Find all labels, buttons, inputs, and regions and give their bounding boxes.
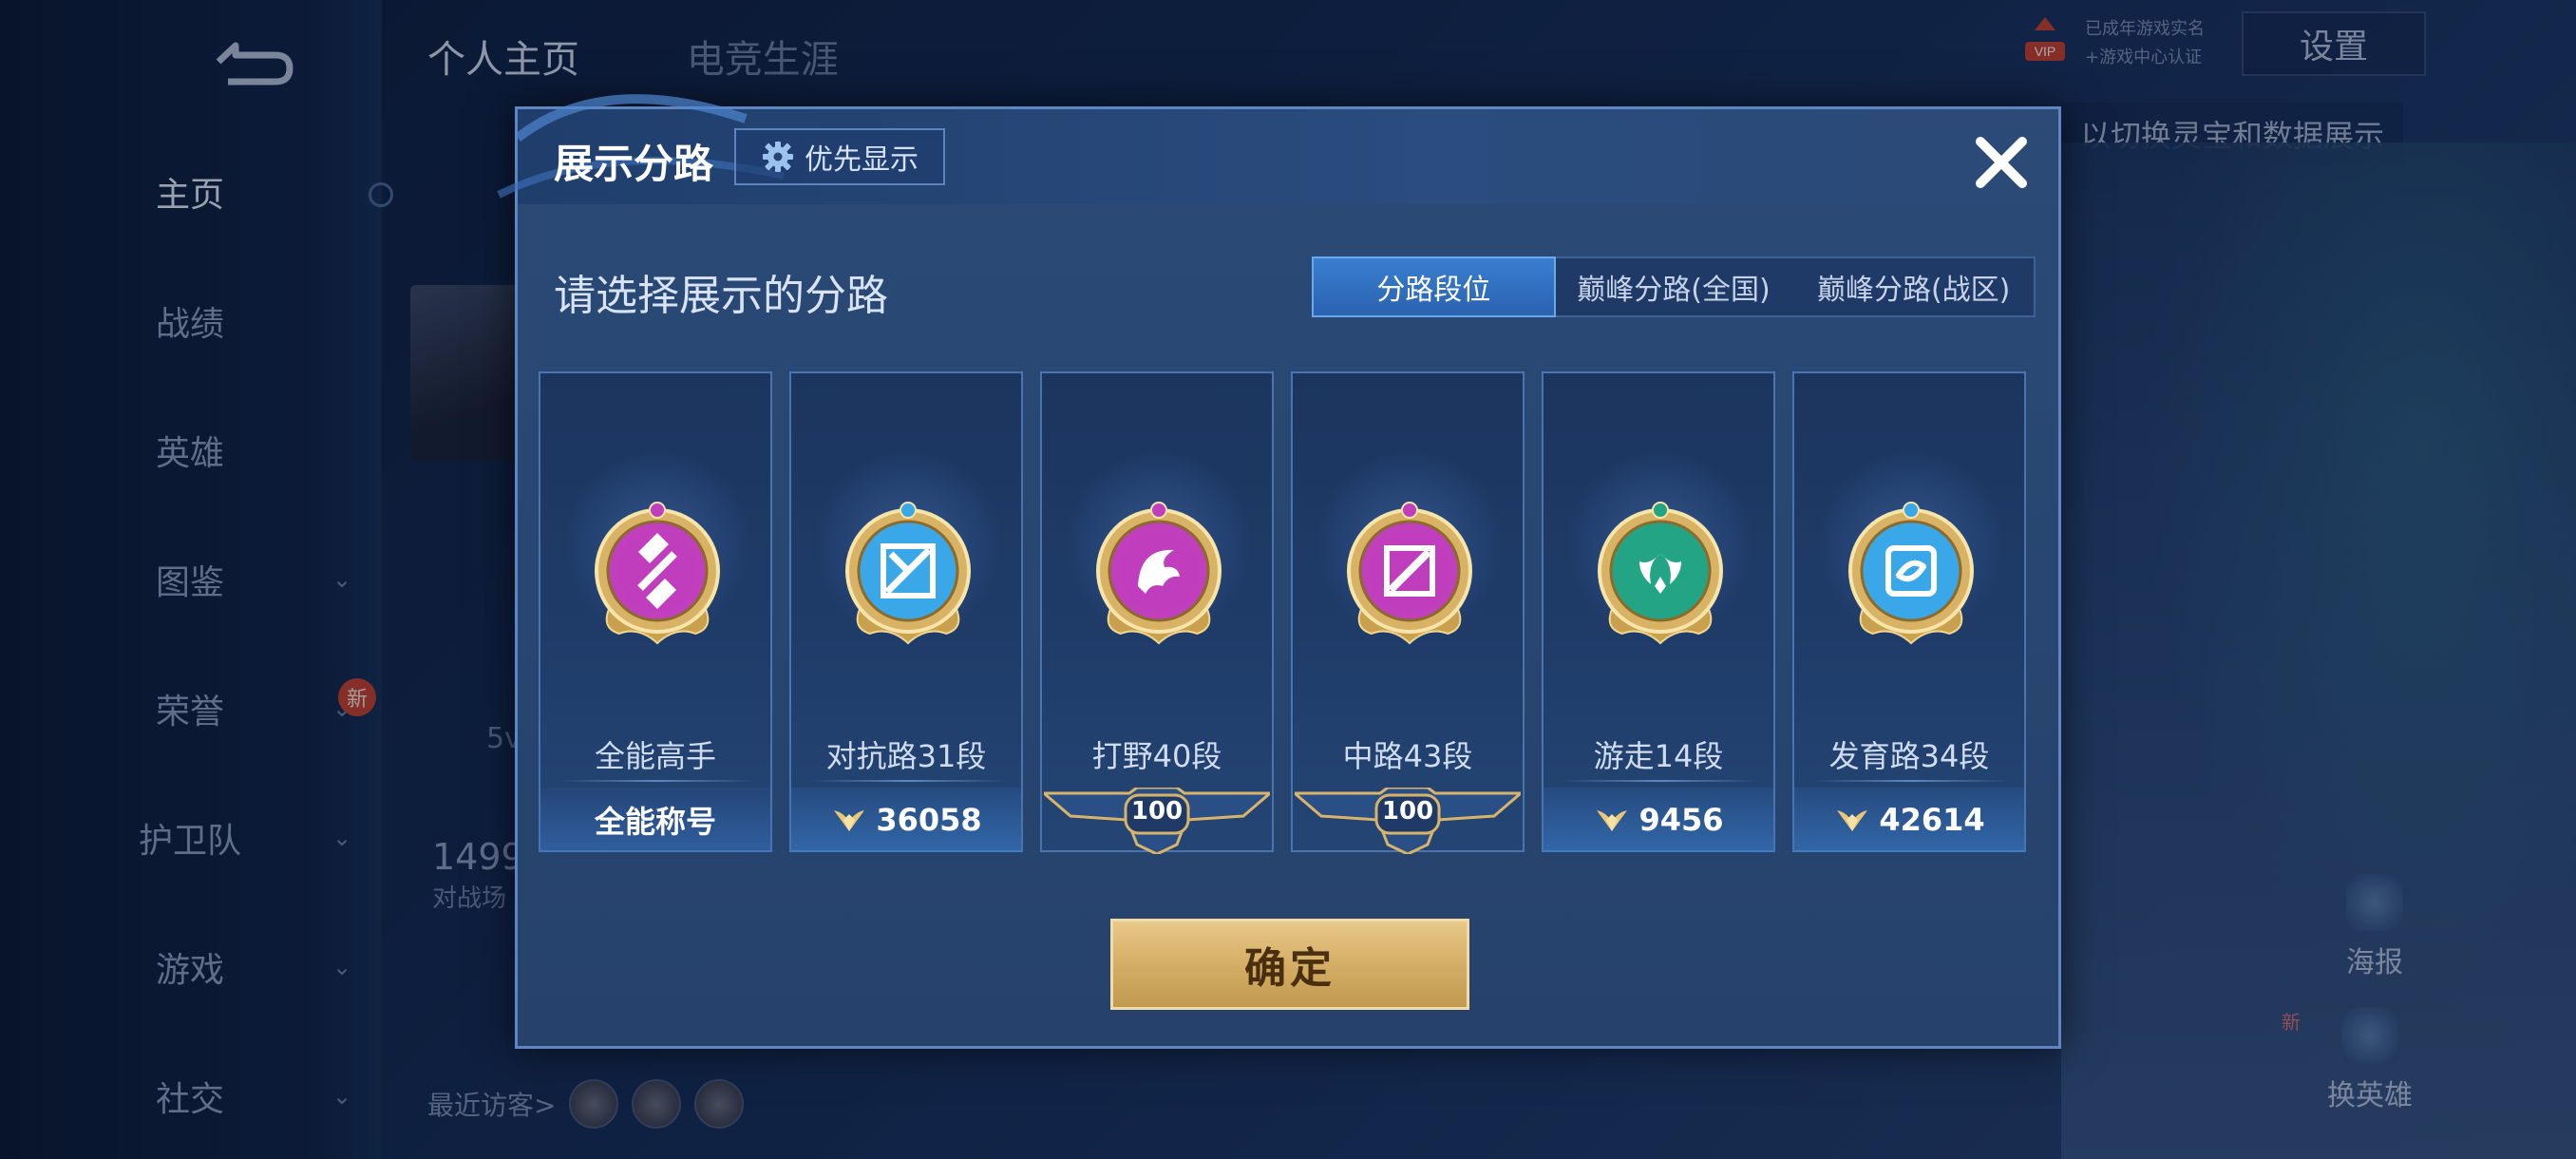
lane-score: 42614	[1794, 788, 2024, 852]
lane-medal-icon	[1598, 502, 1723, 645]
lane-score-value: 36058	[876, 802, 982, 838]
peak-banner-value: 100	[1130, 797, 1184, 826]
peak-banner: 100	[1290, 786, 1525, 856]
priority-display-label: 优先显示	[805, 143, 919, 177]
lane-card[interactable]: 对抗路31段 36058	[789, 371, 1023, 852]
lane-name: 全能高手	[594, 738, 716, 774]
lane-card[interactable]: 中路43段 100	[1290, 371, 1525, 856]
lane-tabs: 分路段位 巅峰分路(全国) 巅峰分路(战区)	[1312, 256, 2036, 317]
lane-medal-icon	[1347, 502, 1472, 645]
divider	[810, 780, 1006, 782]
peak-banner-value: 100	[1381, 797, 1434, 826]
lane-name: 打野40段	[1091, 738, 1222, 774]
lane-name: 发育路34段	[1828, 738, 1990, 774]
lane-medal-icon	[1096, 502, 1222, 645]
confirm-button[interactable]: 确定	[1110, 919, 1469, 1010]
lane-name: 对抗路31段	[825, 738, 987, 774]
lane-score-value: 9456	[1638, 802, 1724, 838]
tab-lane-rank[interactable]: 分路段位	[1312, 256, 1556, 317]
lane-title-value: 全能称号	[594, 804, 716, 840]
lane-score-value: 42614	[1879, 802, 1985, 838]
divider	[1813, 780, 2009, 782]
lane-medal-icon	[1848, 502, 1974, 645]
tab-peak-lane-national[interactable]: 巅峰分路(全国)	[1554, 258, 1794, 315]
lane-display-modal: 展示分路 优先显示 请选择展示的分路 分路段位 巅峰分路(全国) 巅峰分路(战区…	[497, 94, 2061, 1049]
peak-banner: 100	[1039, 786, 1275, 856]
lane-card[interactable]: 游走14段 9456	[1542, 371, 1775, 852]
lane-score: 9456	[1544, 788, 1773, 852]
score-wing-icon	[1837, 810, 1868, 831]
gear-icon	[763, 142, 793, 172]
score-wing-icon	[834, 810, 865, 831]
priority-display-button[interactable]: 优先显示	[734, 128, 945, 185]
lane-card[interactable]: 全能高手 全能称号	[539, 371, 772, 852]
lane-medal-icon	[595, 502, 720, 645]
lane-name: 游走14段	[1593, 738, 1724, 774]
divider	[559, 780, 755, 782]
lane-cards: 全能高手 全能称号 对抗路31段 36058 打野40段 100 中路43段 100 游走14段…	[539, 371, 2039, 856]
lane-name: 中路43段	[1342, 738, 1473, 774]
lane-card[interactable]: 打野40段 100	[1039, 371, 1275, 856]
lane-title-label: 全能称号	[540, 788, 770, 852]
lane-medal-icon	[845, 502, 971, 645]
lane-card[interactable]: 发育路34段 42614	[1792, 371, 2026, 852]
lane-score: 36058	[791, 788, 1021, 852]
tab-peak-lane-region[interactable]: 巅峰分路(战区)	[1793, 258, 2034, 315]
close-icon	[1976, 137, 2027, 188]
score-wing-icon	[1597, 810, 1628, 831]
close-button[interactable]	[1963, 124, 2039, 200]
modal-header: 展示分路 优先显示	[497, 94, 2058, 204]
modal-title: 展示分路	[554, 141, 714, 187]
section-title: 请选择展示的分路	[554, 272, 888, 320]
divider	[1563, 780, 1758, 782]
